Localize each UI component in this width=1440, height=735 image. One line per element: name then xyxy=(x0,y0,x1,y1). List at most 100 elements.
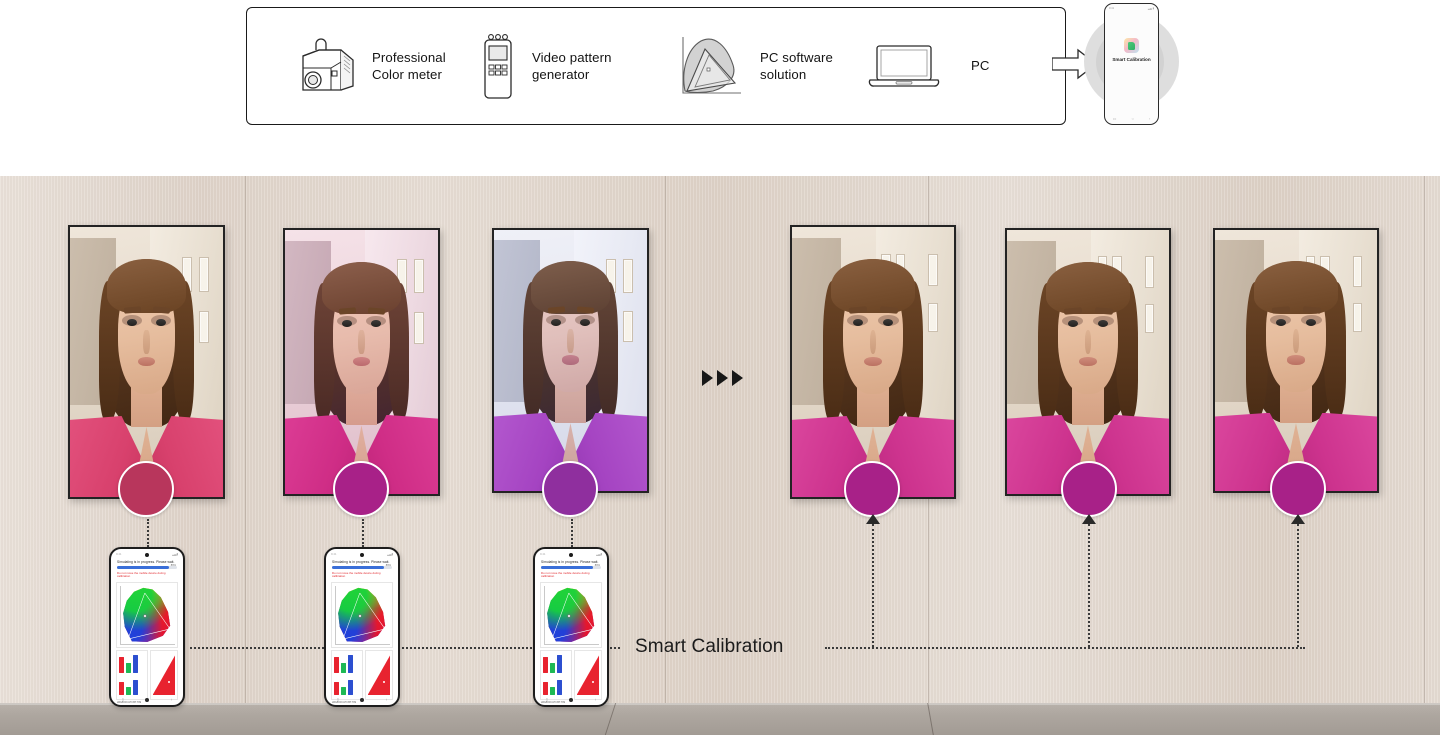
delta-e-chart xyxy=(574,649,602,700)
swatch-calibrated-1 xyxy=(844,461,900,517)
status-time: 9:41 xyxy=(116,551,122,556)
phone-status-bar: 9:41 ▂▃ ▮ xyxy=(1105,4,1158,12)
uncalibrated-display-1[interactable] xyxy=(68,225,225,499)
swatch-calibrated-3 xyxy=(1270,461,1326,517)
floor-edge xyxy=(0,703,1440,705)
gamut-triangle xyxy=(342,593,385,640)
delta-e-chart xyxy=(365,649,393,700)
swatch-uncalibrated-1 xyxy=(118,461,174,517)
equipment-label-pc: PC xyxy=(971,58,990,74)
measurement-panels xyxy=(540,649,602,700)
rgb-bar-chart xyxy=(540,649,572,700)
cie-chromaticity-chart xyxy=(331,581,393,648)
nav-home-icon[interactable]: ○ xyxy=(1131,116,1133,121)
progress-value: 86% xyxy=(170,563,176,567)
floor xyxy=(0,703,1440,735)
warning-text: Do not move the mobile device during cal… xyxy=(117,571,166,579)
equipment-group-box: Professional Color meter Video pattern g… xyxy=(246,7,1066,125)
phone-nav-bar[interactable]: ▭ ○ ‹ xyxy=(1105,116,1158,121)
nav-recents-icon[interactable]: ▯ xyxy=(337,697,339,702)
nav-recents-icon[interactable]: ▯ xyxy=(122,697,124,702)
white-point-marker xyxy=(568,614,570,617)
nav-home-icon[interactable] xyxy=(360,697,365,702)
display-photo xyxy=(70,227,223,497)
arrowhead-up-icon xyxy=(1291,514,1305,524)
white-point-marker xyxy=(359,614,361,617)
status-icons: ▂▃▮ xyxy=(387,551,393,556)
swatch-calibrated-2 xyxy=(1061,461,1117,517)
phone-nav-bar[interactable]: ▯ ‹ xyxy=(111,697,183,702)
status-time: 9:41 xyxy=(331,551,337,556)
uncalibrated-display-3[interactable] xyxy=(492,228,649,493)
arrowhead-up-icon xyxy=(1082,514,1096,524)
app-shortcut[interactable]: Smart Calibration xyxy=(1105,38,1158,63)
delta-e-chart xyxy=(150,649,178,700)
connector-swatch-to-phone xyxy=(362,519,364,547)
calibrated-display-2[interactable] xyxy=(1005,228,1171,496)
laptop-icon xyxy=(865,40,943,92)
front-camera-icon xyxy=(360,553,364,557)
front-camera-icon xyxy=(569,553,573,557)
calibrated-display-3[interactable] xyxy=(1213,228,1379,493)
wall-seam xyxy=(665,176,666,703)
color-meter-icon xyxy=(289,34,359,98)
phone-nav-bar[interactable]: ▯ ‹ xyxy=(326,697,398,702)
progress-value: 86% xyxy=(594,563,600,567)
smart-calibration-app-icon[interactable] xyxy=(1124,38,1139,53)
progress-bar: 86% xyxy=(117,563,177,569)
display-photo xyxy=(494,230,647,491)
warning-text: Do not move the mobile device during cal… xyxy=(541,571,590,579)
smart-calibration-phone[interactable]: 9:41 ▂▃ ▮ Smart Calibration ▭ ○ ‹ xyxy=(1104,3,1159,125)
connector-swatch-to-phone xyxy=(571,519,573,547)
app-label: Smart Calibration xyxy=(1112,57,1151,62)
display-photo xyxy=(1215,230,1377,491)
connector-to-calibrated-2 xyxy=(1088,524,1090,647)
equipment-item-color-meter: Professional Color meter xyxy=(289,34,477,98)
equipment-item-pc: PC xyxy=(865,40,990,92)
display-photo xyxy=(1007,230,1169,494)
scene-root: Professional Color meter Video pattern g… xyxy=(0,0,1440,735)
phone-nav-bar[interactable]: ▯ ‹ xyxy=(535,697,607,702)
cie-gamut-icon xyxy=(675,31,747,101)
connector-to-calibrated-1 xyxy=(872,524,874,647)
nav-back-icon[interactable]: ‹ xyxy=(171,697,172,702)
status-icons: ▂▃▮ xyxy=(172,551,178,556)
equipment-diagram: Professional Color meter Video pattern g… xyxy=(0,0,1440,176)
nav-recents-icon[interactable]: ▯ xyxy=(546,697,548,702)
connector-to-calibrated-3 xyxy=(1297,524,1299,647)
equipment-label-pc-software: PC software solution xyxy=(760,49,833,82)
front-camera-icon xyxy=(145,553,149,557)
status-icons: ▂▃▮ xyxy=(596,551,602,556)
gamut-triangle xyxy=(127,593,170,640)
nav-recents-icon[interactable]: ▭ xyxy=(1113,116,1117,121)
calibration-phone-2[interactable]: 9:41 ▂▃▮ Simulating is in progress. Plea… xyxy=(324,547,400,707)
nav-home-icon[interactable] xyxy=(569,697,574,702)
equipment-item-pc-software: PC software solution xyxy=(675,31,865,101)
connector-trunk-right xyxy=(825,647,1305,649)
calibration-phone-1[interactable]: 9:41 ▂▃▮ Simulating is in progress. Plea… xyxy=(109,547,185,707)
gamut-triangle xyxy=(551,593,594,640)
nav-back-icon[interactable]: ‹ xyxy=(1149,116,1150,121)
triple-play-arrows-icon xyxy=(702,370,743,386)
calibrated-display-1[interactable] xyxy=(790,225,956,499)
equipment-label-pattern-generator: Video pattern generator xyxy=(532,49,612,82)
wall-seam xyxy=(245,176,246,703)
connector-swatch-to-phone xyxy=(147,519,149,547)
status-time: 9:41 xyxy=(540,551,546,556)
smart-calibration-caption: Smart Calibration xyxy=(635,636,784,657)
status-icons: ▂▃ ▮ xyxy=(1147,6,1154,10)
nav-back-icon[interactable]: ‹ xyxy=(386,697,387,702)
equipment-label-color-meter: Professional Color meter xyxy=(372,49,446,82)
calibration-phone-3[interactable]: 9:41 ▂▃▮ Simulating is in progress. Plea… xyxy=(533,547,609,707)
nav-back-icon[interactable]: ‹ xyxy=(595,697,596,702)
arrowhead-up-icon xyxy=(866,514,880,524)
swatch-uncalibrated-3 xyxy=(542,461,598,517)
nav-home-icon[interactable] xyxy=(145,697,150,702)
rgb-bar-chart xyxy=(331,649,363,700)
uncalibrated-display-2[interactable] xyxy=(283,228,440,496)
display-photo xyxy=(285,230,438,494)
swatch-uncalibrated-2 xyxy=(333,461,389,517)
cie-chromaticity-chart xyxy=(116,581,178,648)
display-photo xyxy=(792,227,954,497)
white-point-marker xyxy=(144,614,146,617)
